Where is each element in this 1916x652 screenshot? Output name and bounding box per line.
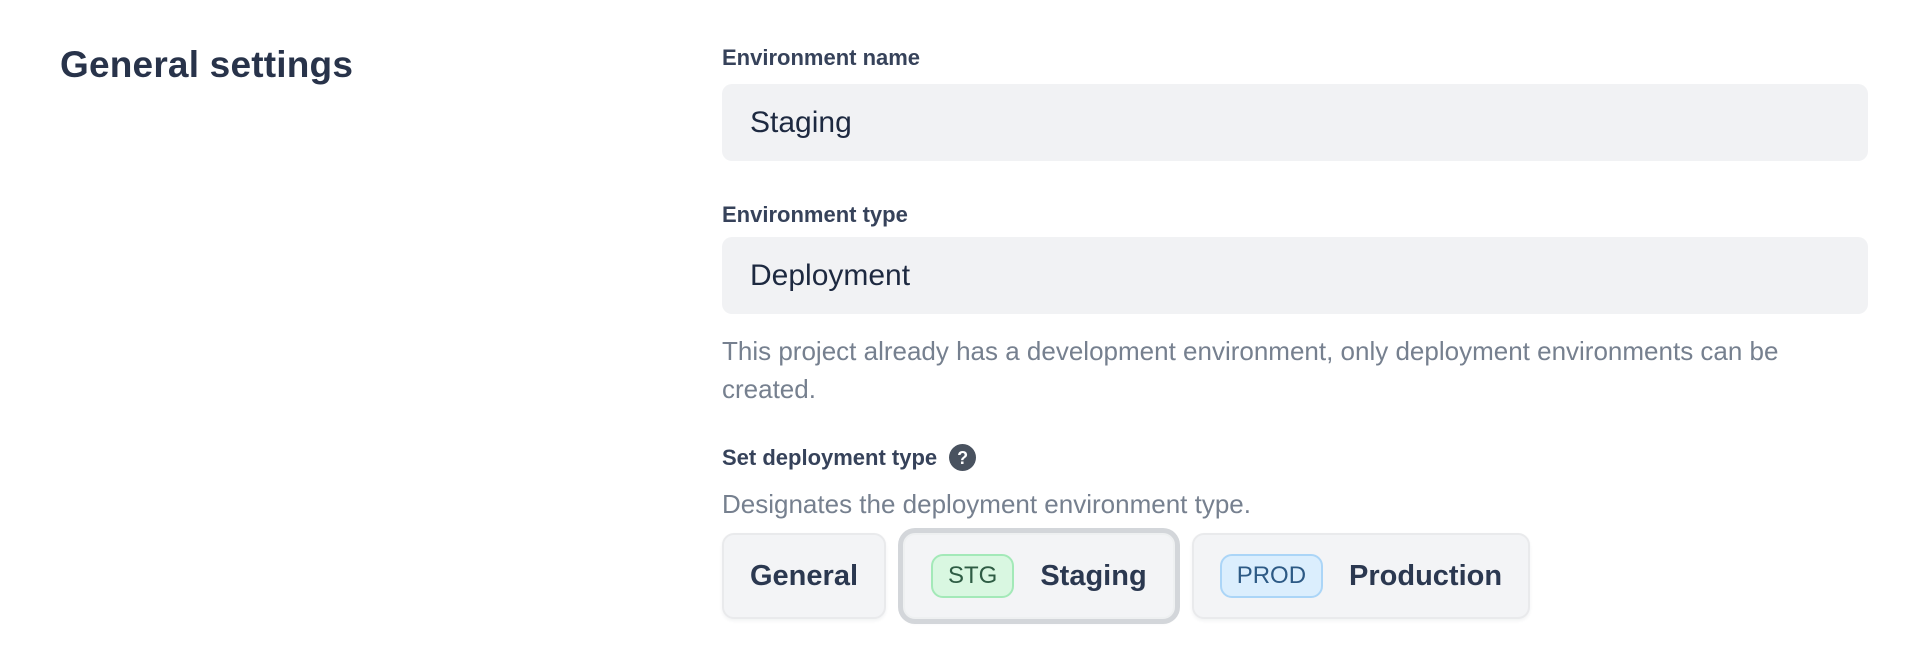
option-label: General: [750, 560, 858, 593]
option-label: Production: [1349, 560, 1502, 593]
environment-name-input[interactable]: [722, 84, 1868, 161]
option-label: Staging: [1040, 560, 1146, 593]
environment-type-help-text: This project already has a development e…: [722, 332, 1868, 408]
environment-type-label: Environment type: [722, 201, 1868, 228]
deployment-type-label: Set deployment type: [722, 444, 937, 471]
settings-page: General settings Environment name Enviro…: [0, 0, 1916, 619]
deployment-type-option-group: General STG Staging PROD Production: [722, 533, 1868, 619]
question-mark-help-icon[interactable]: ?: [949, 444, 976, 471]
deployment-type-option-staging[interactable]: STG Staging: [903, 533, 1175, 619]
help-text-line: This project already has a development e…: [722, 332, 1868, 370]
section-heading-column: General settings: [60, 44, 722, 619]
prod-badge: PROD: [1220, 554, 1323, 598]
deployment-type-option-general[interactable]: General: [722, 533, 886, 619]
stg-badge: STG: [931, 554, 1014, 598]
environment-settings-form: Environment name Environment type This p…: [722, 44, 1868, 619]
deployment-type-description: Designates the deployment environment ty…: [722, 487, 1868, 521]
deployment-type-label-row: Set deployment type ?: [722, 444, 1868, 471]
help-text-line: created.: [722, 370, 1868, 408]
deployment-type-option-production[interactable]: PROD Production: [1192, 533, 1530, 619]
environment-name-label: Environment name: [722, 44, 1868, 71]
environment-type-input[interactable]: [722, 237, 1868, 314]
page-title: General settings: [60, 44, 722, 86]
